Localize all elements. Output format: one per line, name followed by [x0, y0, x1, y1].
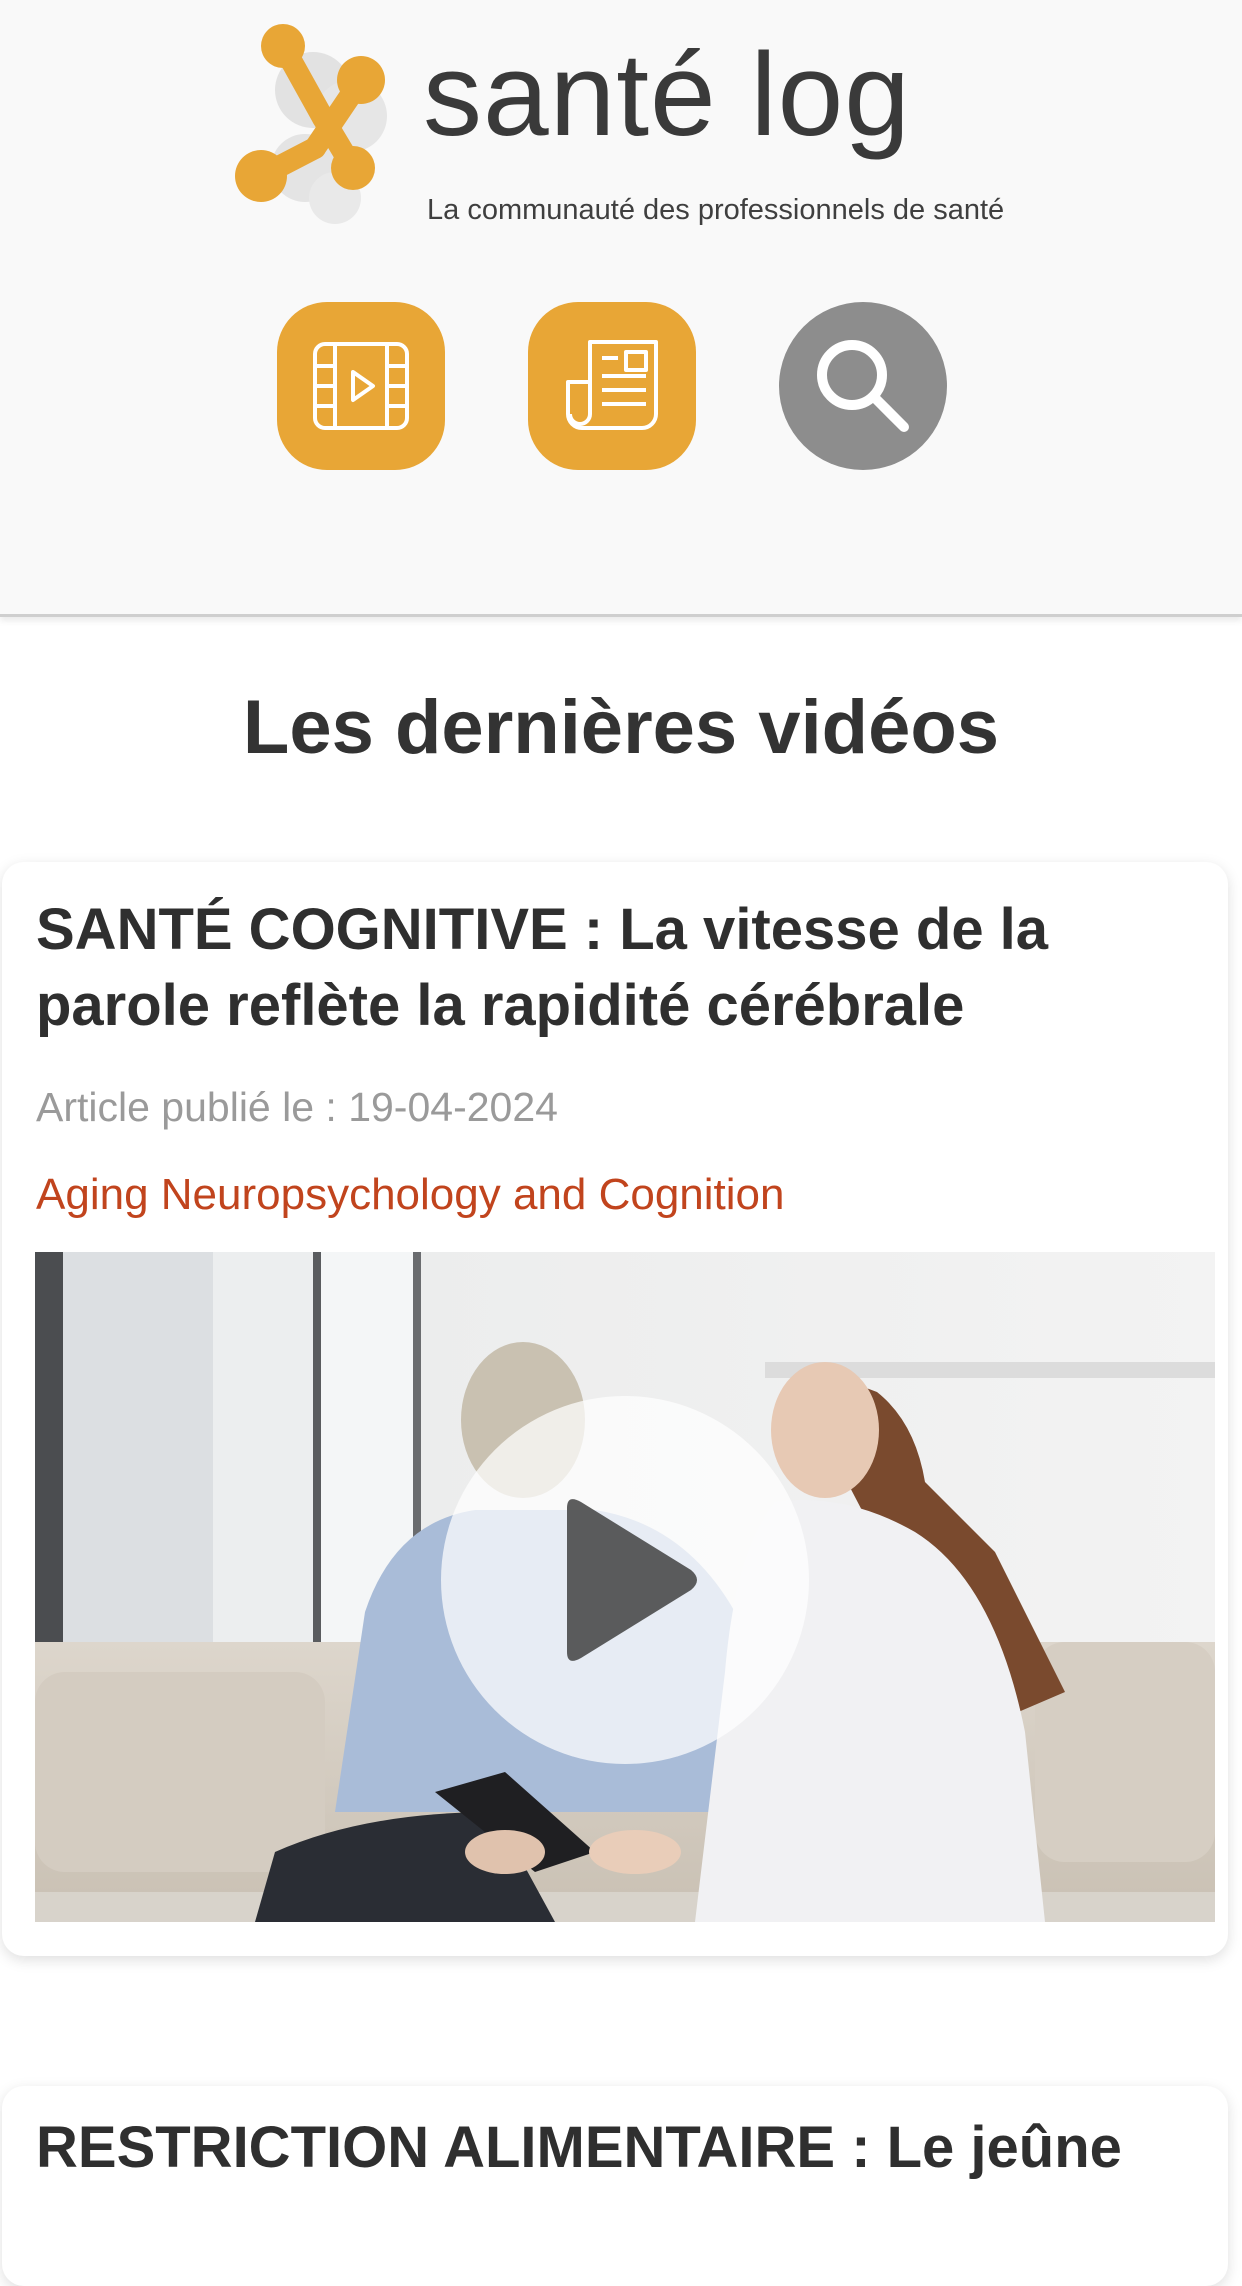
video-icon [313, 342, 409, 430]
play-icon [567, 1499, 697, 1661]
play-button[interactable] [441, 1396, 809, 1764]
article-title[interactable]: RESTRICTION ALIMENTAIRE : Le jeûne [36, 2110, 1226, 2186]
logo-name: santé log [423, 29, 911, 161]
logo-molecule-icon [235, 24, 387, 224]
video-thumbnail[interactable] [35, 1252, 1215, 1922]
site-header: santé log La communauté des professionne… [0, 0, 1242, 617]
articles-nav-button[interactable] [528, 302, 696, 470]
article-title[interactable]: SANTÉ COGNITIVE : La vitesse de la parol… [36, 892, 1206, 1044]
section-title: Les dernières vidéos [242, 685, 1000, 770]
search-button[interactable] [779, 302, 947, 470]
site-logo[interactable]: santé log La communauté des professionne… [235, 18, 1095, 228]
article-card[interactable]: RESTRICTION ALIMENTAIRE : Le jeûne [2, 2086, 1228, 2286]
article-date: Article publié le : 19-04-2024 [36, 1084, 558, 1130]
search-icon [817, 340, 909, 432]
videos-nav-button[interactable] [277, 302, 445, 470]
logo-tagline: La communauté des professionnels de sant… [427, 194, 1005, 226]
article-card[interactable]: SANTÉ COGNITIVE : La vitesse de la parol… [2, 862, 1228, 1956]
newspaper-icon [566, 340, 658, 430]
article-source-link[interactable]: Aging Neuropsychology and Cognition [36, 1170, 785, 1220]
